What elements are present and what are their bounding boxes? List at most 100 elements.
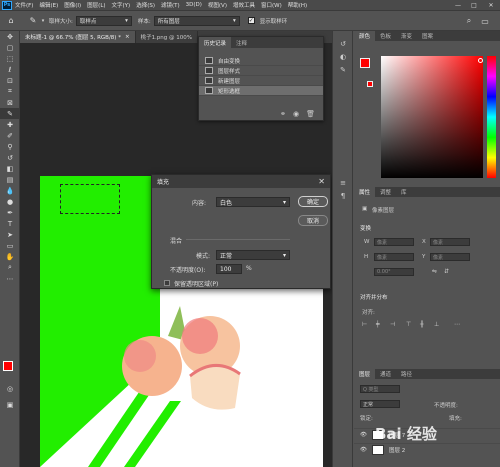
camera-icon[interactable]: ◉ <box>293 110 299 118</box>
history-brush-tool-icon[interactable]: ↺ <box>0 152 20 163</box>
zoom-tool-icon[interactable]: ⌕ <box>0 262 20 273</box>
blend-mode-select[interactable]: 正常 <box>360 400 400 408</box>
minimize-button[interactable]: — <box>452 0 464 11</box>
maximize-button[interactable]: □ <box>468 0 480 11</box>
new-snapshot-icon[interactable]: ⚭ <box>280 110 286 118</box>
color-swatches[interactable] <box>3 361 19 377</box>
history-panel-icon[interactable]: ↺ <box>333 37 353 50</box>
home-icon[interactable]: ⌂ <box>4 15 18 27</box>
blur-tool-icon[interactable]: 💧 <box>0 185 20 196</box>
menu-type[interactable]: 文字(Y) <box>112 1 131 9</box>
layer-row[interactable]: 👁 图层 2 <box>354 443 500 456</box>
type-tool-icon[interactable]: T <box>0 218 20 229</box>
align-top-icon[interactable]: ⊤ <box>406 321 413 328</box>
tab-properties[interactable]: 属性 <box>354 187 376 197</box>
align-center-h-icon[interactable]: ╪ <box>376 321 383 328</box>
object-select-tool-icon[interactable]: ⊡ <box>0 75 20 86</box>
menu-select[interactable]: 选择(S) <box>136 1 155 9</box>
tab-paths[interactable]: 路径 <box>396 369 417 379</box>
menu-help[interactable]: 帮助(H) <box>288 1 307 9</box>
content-select[interactable]: 白色 ▾ <box>216 197 290 207</box>
ok-button[interactable]: 确定 <box>298 196 328 207</box>
paragraph-icon[interactable]: ¶ <box>333 189 353 202</box>
tab-layers[interactable]: 图层 <box>354 369 376 379</box>
align-bottom-icon[interactable]: ⊥ <box>434 321 441 328</box>
menu-plugins[interactable]: 增效工具 <box>233 1 255 9</box>
trash-icon[interactable]: 🗑 <box>306 110 315 118</box>
workspace-icon[interactable]: ▭ <box>478 15 492 27</box>
menu-file[interactable]: 文件(F) <box>15 1 33 9</box>
history-item[interactable]: 图层样式 <box>199 66 323 76</box>
angle-field[interactable]: 0.00° <box>374 268 414 276</box>
marquee-tool-icon[interactable]: ⬚ <box>0 53 20 64</box>
mode-select[interactable]: 正常 ▾ <box>216 250 290 260</box>
tab-channels[interactable]: 通道 <box>375 369 396 379</box>
close-window-button[interactable]: ✕ <box>485 0 497 11</box>
tab-swatches[interactable]: 色板 <box>375 31 396 41</box>
menu-image[interactable]: 图像(I) <box>64 1 81 9</box>
more-options-icon[interactable]: ⋯ <box>454 321 461 328</box>
panel-background-swatch[interactable] <box>367 81 373 87</box>
cancel-button[interactable]: 取消 <box>298 215 328 226</box>
dodge-tool-icon[interactable]: ● <box>0 196 20 207</box>
frame-tool-icon[interactable]: ⊠ <box>0 97 20 108</box>
tab-patterns[interactable]: 图案 <box>417 31 438 41</box>
healing-brush-tool-icon[interactable]: ✚ <box>0 119 20 130</box>
x-field[interactable]: 像素 <box>430 238 470 246</box>
hand-tool-icon[interactable]: ✋ <box>0 251 20 262</box>
path-select-tool-icon[interactable]: ➤ <box>0 229 20 240</box>
align-middle-icon[interactable]: ╫ <box>420 321 427 328</box>
menu-view[interactable]: 视图(V) <box>208 1 227 9</box>
visibility-eye-icon[interactable]: 👁 <box>360 447 367 453</box>
tab-libraries[interactable]: 库 <box>396 187 412 197</box>
pen-tool-icon[interactable]: ✒ <box>0 207 20 218</box>
adjustments-icon[interactable]: ◐ <box>333 50 353 63</box>
menu-window[interactable]: 窗口(W) <box>261 1 282 9</box>
color-picker-cursor[interactable] <box>478 58 483 63</box>
move-tool-icon[interactable]: ✥ <box>0 31 20 42</box>
hue-slider[interactable] <box>487 56 496 178</box>
show-ring-checkbox[interactable]: ✓ <box>247 17 255 24</box>
artboard-tool-icon[interactable]: ▢ <box>0 42 20 53</box>
align-right-icon[interactable]: ⊣ <box>390 321 397 328</box>
menu-edit[interactable]: 编辑(E) <box>39 1 58 9</box>
eraser-tool-icon[interactable]: ◧ <box>0 163 20 174</box>
tab-color[interactable]: 颜色 <box>354 31 376 41</box>
tab-gradients[interactable]: 渐变 <box>396 31 417 41</box>
foreground-color-swatch[interactable] <box>3 361 13 371</box>
clone-stamp-tool-icon[interactable]: ⚲ <box>0 141 20 152</box>
brush-settings-icon[interactable]: ✎ <box>333 63 353 76</box>
chevron-down-icon[interactable]: ▾ <box>40 15 46 27</box>
flip-vertical-icon[interactable]: ⇵ <box>444 268 451 275</box>
color-picker-field[interactable] <box>381 56 483 178</box>
eyedropper-tool-icon[interactable]: ✎ <box>26 15 40 27</box>
gradient-tool-icon[interactable]: ▤ <box>0 174 20 185</box>
search-icon[interactable]: ⌕ <box>462 15 476 27</box>
panel-foreground-swatch[interactable] <box>360 58 370 68</box>
preserve-transparency-checkbox[interactable] <box>164 280 170 286</box>
flip-horizontal-icon[interactable]: ⇋ <box>432 268 439 275</box>
sample-size-select[interactable]: 取样点 ▾ <box>75 15 132 26</box>
tab-adjustments[interactable]: 调整 <box>375 187 396 197</box>
close-icon[interactable]: ✕ <box>318 177 325 186</box>
rectangle-tool-icon[interactable]: ▭ <box>0 240 20 251</box>
eyedropper-tool-icon[interactable]: ✎ <box>0 108 20 119</box>
quick-mask-icon[interactable]: ◎ <box>0 383 20 394</box>
properties-icon[interactable]: ≡ <box>333 176 353 189</box>
height-field[interactable]: 像素 <box>374 253 414 261</box>
y-field[interactable]: 像素 <box>430 253 470 261</box>
history-item[interactable]: 矩形选框 <box>199 86 323 96</box>
menu-filter[interactable]: 滤镜(T) <box>161 1 180 9</box>
tab-notes[interactable]: 注释 <box>231 37 252 48</box>
history-item[interactable]: 新建图层 <box>199 76 323 86</box>
opacity-input[interactable]: 100 <box>216 264 242 274</box>
layer-filter-search[interactable]: Q 类型 <box>360 385 400 393</box>
tab-history[interactable]: 历史记录 <box>199 37 232 48</box>
more-tools-icon[interactable]: ⋯ <box>0 273 20 284</box>
tab-untitled-1[interactable]: 未标题-1 @ 66.7% (图层 5, RGB/8) * × <box>20 31 136 43</box>
align-left-icon[interactable]: ⊢ <box>362 321 369 328</box>
crop-tool-icon[interactable]: ⌗ <box>0 86 20 97</box>
lasso-tool-icon[interactable]: ℓ <box>0 64 20 75</box>
visibility-eye-icon[interactable]: 👁 <box>360 432 367 438</box>
sample-select[interactable]: 所有图层 ▾ <box>153 15 240 26</box>
